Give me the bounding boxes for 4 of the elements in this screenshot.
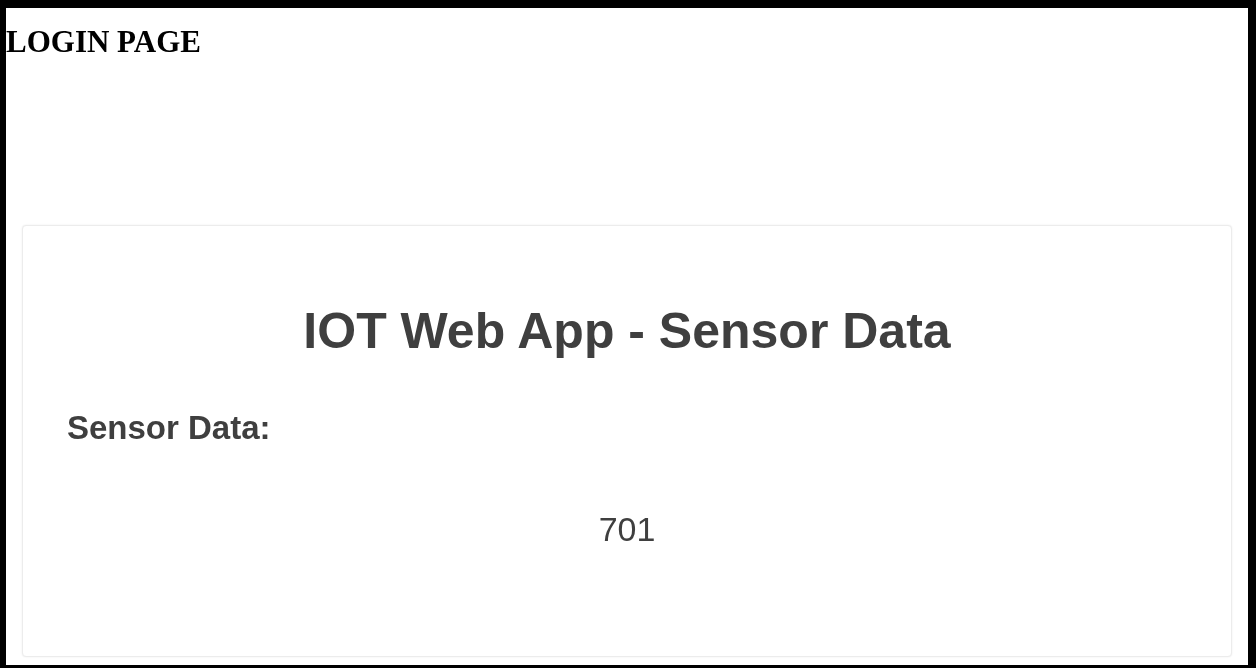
card-title: IOT Web App - Sensor Data bbox=[303, 306, 951, 356]
sensor-value: 701 bbox=[598, 512, 656, 546]
sensor-label: Sensor Data: bbox=[67, 411, 271, 444]
page-title: LOGIN PAGE bbox=[6, 23, 201, 57]
